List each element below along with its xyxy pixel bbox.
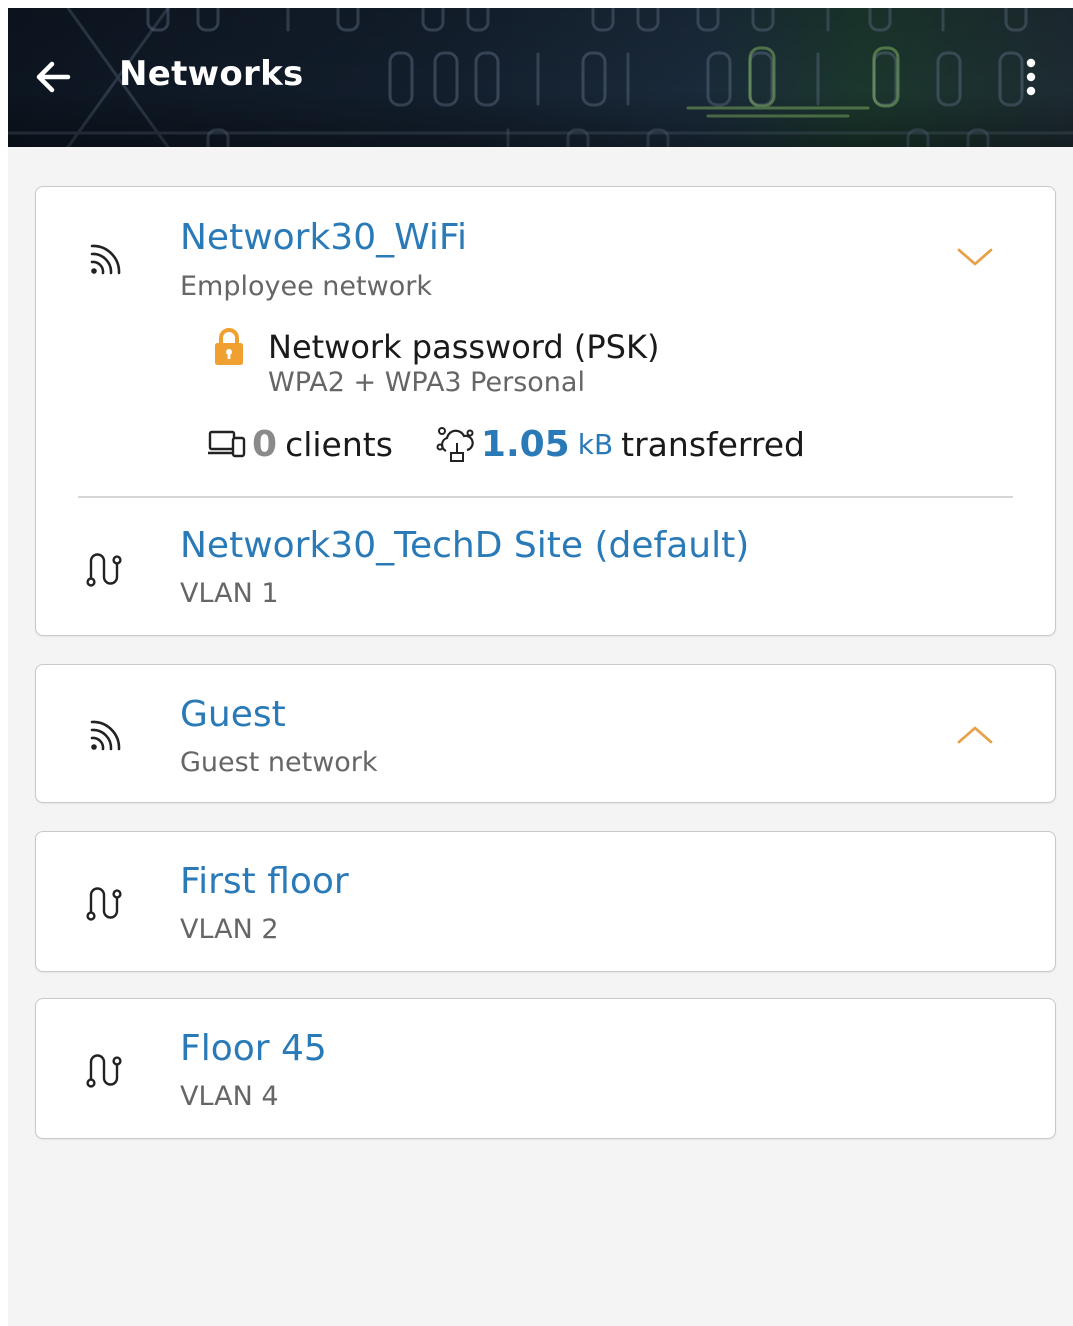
chevron-down-icon: [957, 248, 993, 266]
guest-network-row[interactable]: Guest Guest network: [36, 665, 1055, 802]
transfer-unit: kB: [577, 427, 614, 461]
wifi-signal-icon: [80, 235, 130, 285]
network-type: Employee network: [180, 271, 432, 302]
vlan-id: VLAN 2: [180, 914, 279, 945]
app-bar: Networks: [8, 8, 1073, 147]
wifi-network-row[interactable]: Network30_WiFi Employee network: [36, 187, 1055, 312]
chevron-up-icon: [957, 726, 993, 744]
vlan-id: VLAN 4: [180, 1081, 279, 1112]
vlan-name: Network30_TechD Site (default): [180, 525, 750, 566]
clients-label: clients: [285, 424, 393, 464]
vlan-name: Floor 45: [180, 1028, 327, 1069]
vlan-id: VLAN 1: [180, 578, 279, 609]
vlan-row-default[interactable]: Network30_TechD Site (default) VLAN 1: [36, 499, 1055, 635]
card-divider: [78, 496, 1013, 498]
expand-toggle[interactable]: [955, 720, 995, 750]
transfer-label: transferred: [621, 424, 806, 464]
vlan-cable-icon: [80, 544, 130, 594]
security-info: Network password (PSK) WPA2 + WPA3 Perso…: [212, 327, 812, 407]
more-options-button[interactable]: [1011, 52, 1051, 102]
network-card-guest: Guest Guest network: [35, 664, 1056, 803]
collapse-toggle[interactable]: [955, 242, 995, 272]
networks-screen: Networks Network30_WiFi Employee network: [8, 8, 1073, 1326]
vlan-cable-icon: [80, 1045, 130, 1095]
vlan-card-first-floor: First floor VLAN 2: [35, 831, 1056, 972]
network-name: Guest: [180, 694, 286, 735]
data-transfer-icon: [435, 423, 477, 465]
vlan-row-first-floor[interactable]: First floor VLAN 2: [36, 832, 1055, 971]
back-button[interactable]: [28, 52, 78, 102]
devices-icon: [206, 423, 248, 465]
transfer-value: 1.05: [480, 423, 570, 465]
vlan-card-floor-45: Floor 45 VLAN 4: [35, 998, 1056, 1139]
clients-count: 0: [252, 423, 278, 465]
more-vertical-icon: [1026, 58, 1036, 96]
page-title: Networks: [119, 54, 304, 94]
network-name: Network30_WiFi: [180, 217, 468, 258]
network-type: Guest network: [180, 747, 378, 778]
security-title: Network password (PSK): [268, 328, 660, 366]
network-card-wifi: Network30_WiFi Employee network Network …: [35, 186, 1056, 636]
vlan-row-floor-45[interactable]: Floor 45 VLAN 4: [36, 999, 1055, 1138]
vlan-cable-icon: [80, 878, 130, 928]
network-stats: 0 clients 1.05 kB transferred: [206, 419, 805, 469]
wifi-signal-icon: [80, 711, 130, 761]
arrow-left-icon: [36, 61, 71, 93]
lock-icon: [215, 328, 243, 365]
vlan-name: First floor: [180, 861, 349, 902]
security-mode: WPA2 + WPA3 Personal: [268, 367, 585, 398]
